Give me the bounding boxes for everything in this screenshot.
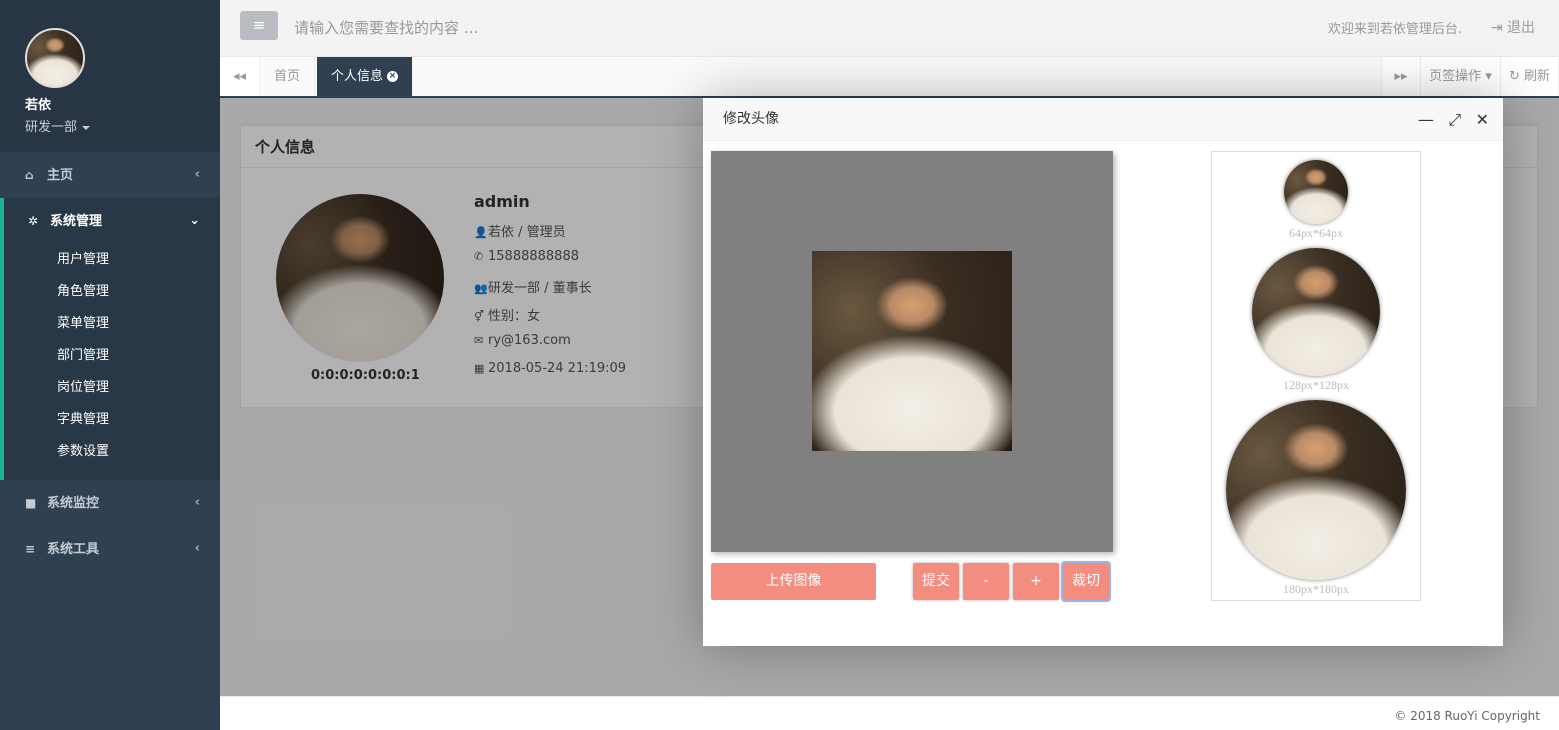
menu-home[interactable]: ⌂ 主页 ‹	[0, 152, 220, 198]
bars-icon: ≡	[25, 542, 36, 556]
tab-ops-dropdown[interactable]: 页签操作 ▾	[1421, 57, 1501, 96]
caret-down-icon	[82, 125, 91, 130]
user-profile: 若依 研发一部	[0, 0, 220, 152]
tab-home[interactable]: 首页	[260, 57, 316, 96]
modal-header: 修改头像 — ⤢ ✕	[703, 98, 1503, 141]
preview-128-label: 128px*128px	[1283, 378, 1349, 392]
avatar-modal: 修改头像 — ⤢ ✕ 上传图像 提交 - + 裁切 64px*64px 128p…	[703, 98, 1503, 646]
upload-image-button[interactable]: 上传图像	[711, 563, 876, 600]
user-dept: 研发一部	[25, 120, 78, 135]
refresh-button[interactable]: ↻ 刷新	[1501, 57, 1559, 96]
sidebar: 若依 研发一部 ⌂ 主页 ‹ ✲ 系统管理 ⌄ 用户管理 角色管理 菜单管理 部门管…	[0, 0, 220, 730]
modal-title: 修改头像	[723, 111, 779, 127]
chevron-left-icon: ‹	[194, 495, 200, 510]
submenu-menu[interactable]: 菜单管理	[4, 308, 220, 340]
logout-link[interactable]: ⇥ 退出	[1491, 17, 1535, 37]
gear-icon: ✲	[28, 214, 39, 228]
sign-out-icon: ⇥	[1490, 20, 1503, 36]
submenu-role[interactable]: 角色管理	[4, 276, 220, 308]
zoom-in-button[interactable]: +	[1013, 563, 1059, 600]
tab-scroll-left-button[interactable]: ◂◂	[220, 57, 260, 96]
tab-profile[interactable]: 个人信息 ×	[317, 57, 414, 96]
footer: © 2018 RuoYi Copyright	[220, 696, 1559, 730]
submenu-config[interactable]: 参数设置	[4, 436, 220, 468]
minimize-icon[interactable]: —	[1418, 98, 1434, 141]
menu-tools[interactable]: ≡ 系统工具 ‹	[0, 526, 220, 572]
close-icon[interactable]: ×	[387, 71, 399, 82]
preview-64-label: 64px*64px	[1289, 226, 1343, 240]
user-name: 若依	[25, 98, 52, 113]
caret-down-icon: ▾	[1485, 69, 1492, 84]
submenu-user[interactable]: 用户管理	[4, 244, 220, 276]
video-icon: ■	[25, 496, 37, 510]
home-icon: ⌂	[25, 168, 34, 182]
maximize-icon[interactable]: ⤢	[1448, 98, 1461, 141]
modal-tools: — ⤢ ✕	[1408, 98, 1489, 141]
menu-monitor[interactable]: ■ 系统监控 ‹	[0, 480, 220, 526]
menu-system-group: ✲ 系统管理 ⌄ 用户管理 角色管理 菜单管理 部门管理 岗位管理 字典管理 参数…	[0, 198, 220, 480]
tab-bar: ◂◂ 首页 个人信息 × ▸▸ 页签操作 ▾ ↻ 刷新	[220, 57, 1559, 98]
crop-canvas[interactable]	[711, 151, 1113, 552]
search-input[interactable]: 请输入您需要查找的内容 …	[294, 17, 479, 38]
avatar[interactable]	[25, 28, 85, 88]
menu-home-label: 主页	[47, 168, 74, 183]
top-navbar: ≡ 请输入您需要查找的内容 … 欢迎来到若依管理后台. ⇥ 退出	[220, 0, 1559, 57]
submenu-list: 用户管理 角色管理 菜单管理 部门管理 岗位管理 字典管理 参数设置	[4, 244, 220, 480]
logout-label: 退出	[1507, 20, 1535, 36]
crop-image[interactable]	[812, 251, 1012, 451]
menu-monitor-label: 系统监控	[47, 496, 100, 511]
preview-panel: 64px*64px 128px*128px 180px*180px	[1211, 151, 1421, 601]
crop-button[interactable]: 裁切	[1061, 561, 1111, 602]
preview-64	[1284, 160, 1348, 224]
preview-180	[1226, 400, 1406, 580]
tab-scroll-right-button[interactable]: ▸▸	[1381, 57, 1421, 96]
backward-icon: ◂◂	[232, 69, 247, 84]
welcome-text: 欢迎来到若依管理后台.	[1327, 22, 1462, 37]
menu-system-label: 系统管理	[50, 214, 103, 229]
submenu-dept[interactable]: 部门管理	[4, 340, 220, 372]
preview-128	[1252, 248, 1380, 376]
chevron-left-icon: ‹	[194, 541, 200, 556]
close-icon[interactable]: ✕	[1476, 98, 1489, 141]
user-dept-dropdown[interactable]: 研发一部	[25, 116, 220, 135]
submenu-dict[interactable]: 字典管理	[4, 404, 220, 436]
copyright: © 2018 RuoYi Copyright	[1394, 709, 1540, 723]
chevron-down-icon: ⌄	[189, 213, 200, 228]
menu-toggle-button[interactable]: ≡	[240, 11, 278, 40]
preview-180-label: 180px*180px	[1283, 582, 1349, 596]
hamburger-icon: ≡	[252, 16, 266, 34]
tab-profile-label: 个人信息	[331, 69, 384, 84]
menu-system[interactable]: ✲ 系统管理 ⌄	[4, 198, 220, 244]
submit-button[interactable]: 提交	[913, 563, 959, 600]
forward-icon: ▸▸	[1394, 69, 1408, 84]
refresh-icon: ↻	[1508, 69, 1520, 84]
menu-tools-label: 系统工具	[47, 542, 100, 557]
zoom-out-button[interactable]: -	[963, 563, 1009, 600]
tab-ops-label: 页签操作	[1429, 69, 1482, 84]
chevron-left-icon: ‹	[194, 167, 200, 182]
submenu-post[interactable]: 岗位管理	[4, 372, 220, 404]
refresh-label: 刷新	[1524, 69, 1551, 84]
